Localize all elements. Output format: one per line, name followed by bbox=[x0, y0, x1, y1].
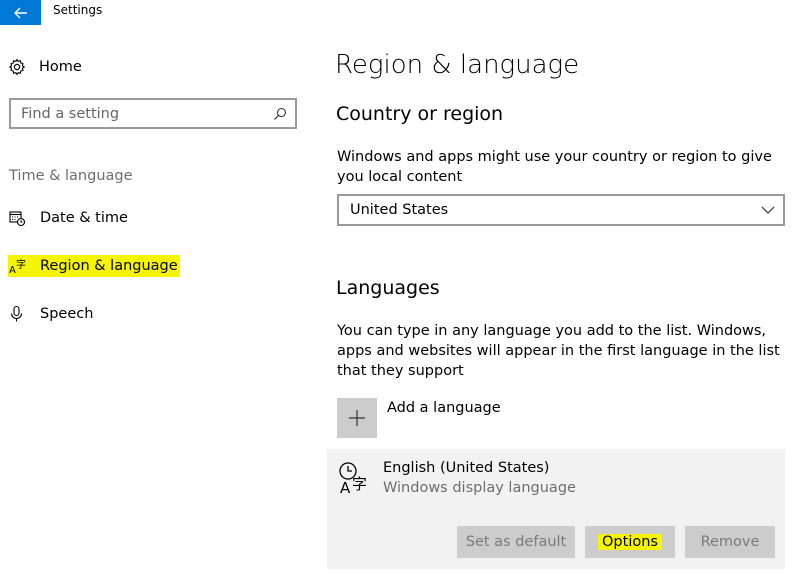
svg-text:A: A bbox=[340, 479, 351, 495]
sidebar-item-label: Date & time bbox=[40, 210, 128, 226]
add-language-tile[interactable] bbox=[337, 398, 377, 438]
search-box[interactable] bbox=[9, 98, 297, 129]
search-icon[interactable] bbox=[273, 107, 287, 121]
sidebar-item-date-time[interactable]: Date & time bbox=[8, 206, 128, 230]
gear-icon bbox=[9, 58, 25, 76]
sidebar-item-region-language[interactable]: A 字 Region & language bbox=[8, 254, 180, 278]
window-title: Settings bbox=[53, 3, 103, 17]
remove-button[interactable]: Remove bbox=[685, 526, 775, 558]
language-name: English (United States) bbox=[383, 460, 550, 476]
back-button[interactable] bbox=[0, 0, 41, 25]
sidebar-item-home[interactable]: Home bbox=[8, 56, 82, 78]
search-input[interactable] bbox=[21, 105, 261, 122]
svg-text:字: 字 bbox=[16, 258, 26, 271]
country-heading: Country or region bbox=[336, 103, 504, 125]
svg-text:字: 字 bbox=[352, 475, 367, 493]
country-dropdown[interactable]: United States bbox=[337, 194, 785, 226]
section-label: Time & language bbox=[9, 168, 133, 184]
country-description: Windows and apps might use your country … bbox=[337, 149, 772, 185]
language-list-item[interactable]: A 字 English (United States) Windows disp… bbox=[327, 449, 785, 569]
add-language-button[interactable]: Add a language bbox=[337, 398, 501, 438]
microphone-icon bbox=[10, 305, 23, 322]
sidebar-item-label: Speech bbox=[40, 306, 94, 322]
chevron-down-icon bbox=[761, 206, 775, 214]
language-subtitle: Windows display language bbox=[383, 480, 576, 496]
plus-icon bbox=[349, 410, 365, 426]
language-clock-icon: A 字 bbox=[339, 462, 367, 495]
options-button[interactable]: Options bbox=[585, 526, 675, 558]
languages-heading: Languages bbox=[336, 277, 440, 299]
back-arrow-icon bbox=[13, 7, 27, 18]
sidebar-item-label: Home bbox=[39, 59, 82, 75]
set-as-default-button[interactable]: Set as default bbox=[457, 526, 575, 558]
options-button-label: Options bbox=[598, 534, 662, 550]
calendar-clock-icon bbox=[9, 211, 26, 227]
sidebar-item-speech[interactable]: Speech bbox=[8, 302, 93, 326]
sidebar-item-label: Region & language bbox=[40, 258, 178, 274]
language-icon: A 字 bbox=[9, 258, 26, 275]
page-title: Region & language bbox=[335, 50, 580, 80]
languages-description: You can type in any language you add to … bbox=[337, 323, 780, 379]
add-language-label: Add a language bbox=[387, 400, 501, 416]
country-dropdown-value: United States bbox=[350, 202, 449, 218]
svg-text:A: A bbox=[9, 265, 16, 275]
